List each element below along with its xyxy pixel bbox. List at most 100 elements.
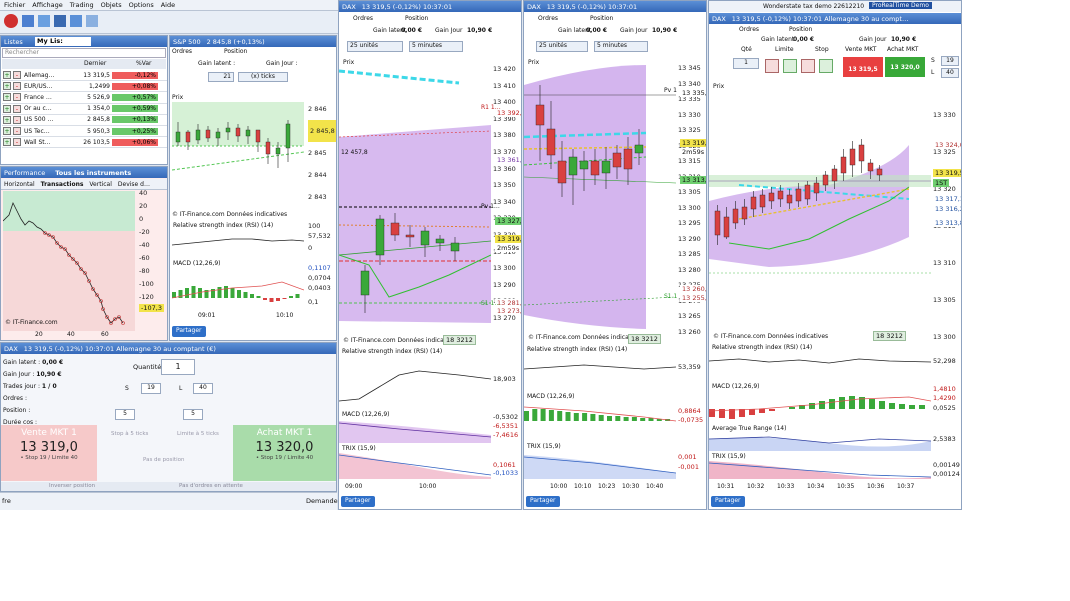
- watchlist-row[interactable]: + - Allemag… 13 319,5 -0,12%: [2, 70, 167, 82]
- rsi-label[interactable]: Relative strength index (RSI) (14): [711, 344, 814, 351]
- s-checkbox[interactable]: S: [125, 385, 129, 392]
- watchlist-rows: + - Allemag… 13 319,5 -0,12% + - EUR/US… 1,2499 +…: [2, 70, 167, 149]
- share-button[interactable]: Partager: [172, 326, 206, 337]
- units-select[interactable]: 25 unités: [347, 41, 403, 52]
- stop-input[interactable]: 19: [141, 383, 161, 394]
- watchlist-row[interactable]: + - Or au c… 1 354,0 +0,59%: [2, 104, 167, 115]
- s-input[interactable]: 19: [941, 56, 959, 66]
- stop-buy-icon[interactable]: [819, 59, 833, 73]
- share-button[interactable]: Partager: [526, 496, 560, 507]
- units-input[interactable]: 21: [208, 72, 234, 82]
- menu-item[interactable]: Aide: [161, 1, 175, 9]
- sell-mkt-button[interactable]: Vente MKT 1 13 319,0 • Stop 19 / Limite …: [1, 425, 97, 481]
- sell-icon[interactable]: -: [13, 115, 21, 124]
- macd-label[interactable]: MACD (12,26,9): [172, 260, 222, 267]
- rsi-label[interactable]: Relative strength index (RSI) (14): [526, 346, 629, 353]
- timeframe-select[interactable]: 5 minutes: [594, 41, 648, 52]
- atr-label[interactable]: Average True Range (14): [711, 425, 788, 432]
- limit-buy-icon[interactable]: [783, 59, 797, 73]
- buy-icon[interactable]: +: [3, 138, 11, 147]
- share-button[interactable]: Partager: [341, 496, 375, 507]
- l-check[interactable]: L: [931, 69, 934, 76]
- sell-icon[interactable]: -: [13, 93, 21, 102]
- menu-item[interactable]: Trading: [70, 1, 94, 9]
- macd-bar: [789, 407, 795, 409]
- toolbar-icon[interactable]: [70, 15, 82, 27]
- macd-label[interactable]: MACD (12,26,9): [341, 411, 391, 418]
- s-check[interactable]: S: [931, 57, 935, 64]
- gain-day-value: 10,90 €: [891, 36, 917, 43]
- buy-icon[interactable]: +: [3, 104, 11, 113]
- buy-icon[interactable]: +: [3, 93, 11, 102]
- limit-ticks-input[interactable]: 5: [183, 409, 203, 420]
- watchlist-row[interactable]: + - Wall St… 26 103,5 +0,06%: [2, 137, 167, 149]
- menu-item[interactable]: Options: [129, 1, 154, 9]
- rsi-label[interactable]: Relative strength index (RSI) (14): [341, 348, 444, 355]
- col-last[interactable]: Dernier: [84, 60, 106, 67]
- buy-icon[interactable]: +: [3, 127, 11, 136]
- l-checkbox[interactable]: L: [179, 385, 182, 392]
- sell-icon[interactable]: -: [13, 82, 21, 91]
- macd-bar: [524, 411, 529, 421]
- macd-value: 0,0704: [308, 274, 331, 282]
- y-tick: 13 305: [933, 296, 956, 304]
- macd-bar: [590, 414, 596, 421]
- menu-item[interactable]: Objets: [101, 1, 122, 9]
- share-button[interactable]: Partager: [711, 496, 745, 507]
- search-input[interactable]: Rechercher: [2, 48, 166, 58]
- watchlist-row[interactable]: + - US Tec… 5 950,3 +0,25%: [2, 126, 167, 138]
- buy-icon[interactable]: +: [3, 71, 11, 80]
- watchlist-row[interactable]: + - France … 5 526,9 +0,57%: [2, 92, 167, 104]
- timeframe-select[interactable]: 5 minutes: [409, 41, 463, 52]
- performance-subtitle[interactable]: Tous les instruments: [55, 169, 131, 177]
- rsi-label[interactable]: Relative strength index (RSI) (14): [172, 222, 275, 229]
- buy-mkt-button[interactable]: Achat MKT 1 13 320,0 • Stop 19 / Limite …: [233, 425, 336, 481]
- units-select[interactable]: 25 unités: [536, 41, 588, 52]
- qty-input[interactable]: 1: [733, 58, 759, 69]
- buy-icon[interactable]: +: [3, 115, 11, 124]
- stop-ticks-label: Stop à 5 ticks: [111, 431, 149, 437]
- timeframe-select[interactable]: (x) ticks: [238, 72, 288, 82]
- sell-icon[interactable]: -: [13, 138, 21, 147]
- trix-label[interactable]: TRIX (15,9): [526, 443, 562, 450]
- sell-icon[interactable]: -: [13, 104, 21, 113]
- sell-icon[interactable]: -: [13, 71, 21, 80]
- tab-horizontal[interactable]: Horizontal: [4, 181, 35, 188]
- toolbar-icon[interactable]: [22, 15, 34, 27]
- gain-value: 0,00 €: [793, 36, 815, 43]
- toolbar-icon[interactable]: [54, 15, 66, 27]
- quantity-input[interactable]: 1: [161, 359, 195, 375]
- sell-mkt-button[interactable]: 13 319,5: [843, 57, 883, 77]
- last-price: 5 950,3: [87, 127, 110, 135]
- macd-bar: [250, 294, 254, 298]
- trix-label[interactable]: TRIX (15,9): [711, 453, 747, 460]
- macd-label[interactable]: MACD (12,26,9): [526, 393, 576, 400]
- status-demand[interactable]: Demande: [306, 497, 338, 505]
- gain-latent-label: Gain latent :: [3, 359, 41, 366]
- buy-mkt-button[interactable]: 13 320,0: [885, 57, 925, 77]
- col-var[interactable]: %Var: [136, 60, 151, 67]
- sell-icon[interactable]: -: [13, 127, 21, 136]
- limit-sell-icon[interactable]: [765, 59, 779, 73]
- macd-label[interactable]: MACD (12,26,9): [711, 383, 761, 390]
- list-selector[interactable]: My Lis:: [35, 37, 91, 46]
- instrument-name: Allemag…: [24, 71, 55, 79]
- l-input[interactable]: 40: [941, 68, 959, 78]
- tab-vertical[interactable]: Vertical: [89, 181, 111, 188]
- toolbar-icon[interactable]: [38, 15, 50, 27]
- stop-ticks-input[interactable]: 5: [115, 409, 135, 420]
- stop-sell-icon[interactable]: [801, 59, 815, 73]
- toolbar-icon[interactable]: [86, 15, 98, 27]
- dax2-trix-chart: [524, 455, 676, 479]
- record-icon[interactable]: [4, 14, 18, 28]
- buy-icon[interactable]: +: [3, 82, 11, 91]
- trix-label[interactable]: TRIX (15,9): [341, 445, 377, 452]
- limit-input[interactable]: 40: [193, 383, 213, 394]
- menu-item[interactable]: Fichier: [4, 1, 25, 9]
- watchlist-row[interactable]: + - EUR/US… 1,2499 +0,08%: [2, 81, 167, 93]
- invert-position-button[interactable]: Inverser position: [49, 483, 95, 489]
- tab-transactions[interactable]: Transactions: [41, 181, 84, 188]
- gain-label: Gain latent: [761, 36, 795, 43]
- menu-item[interactable]: Affichage: [32, 1, 63, 9]
- watchlist-row[interactable]: + - US 500 … 2 845,8 +0,13%: [2, 115, 167, 126]
